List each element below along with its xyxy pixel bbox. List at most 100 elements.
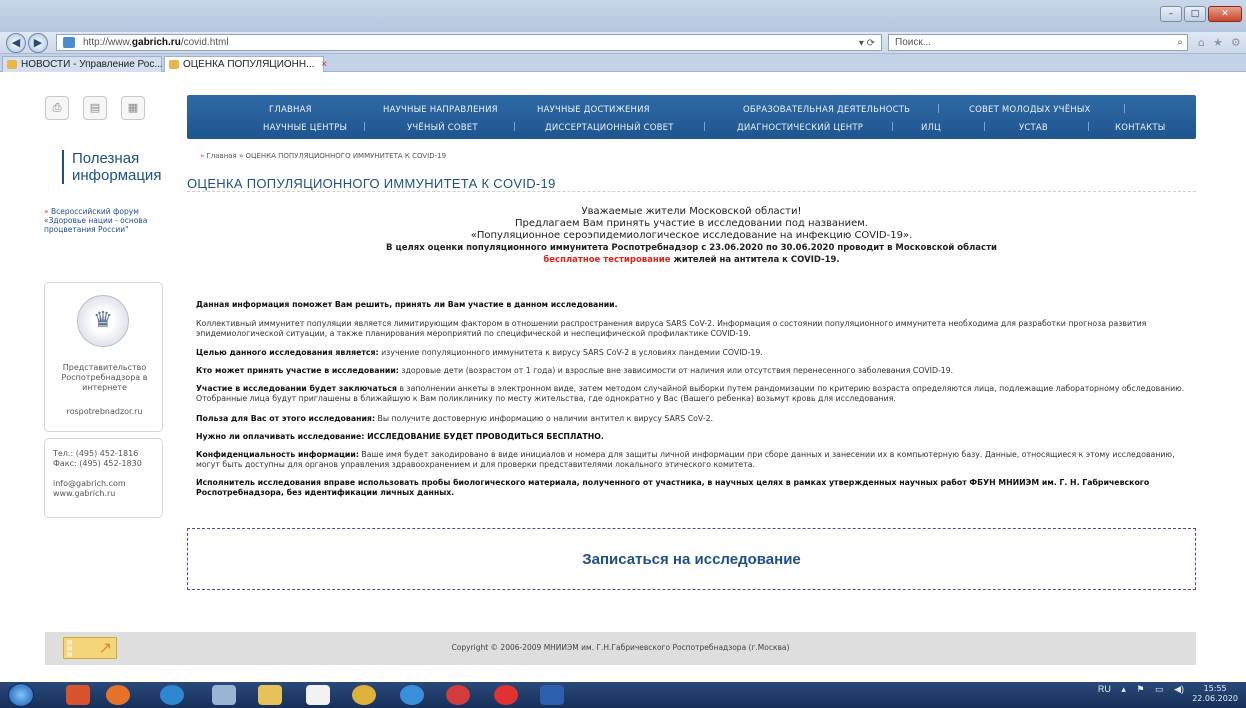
menu-item-research-areas[interactable]: НАУЧНЫЕ НАПРАВЛЕНИЯ <box>383 105 498 115</box>
network-icon[interactable]: ▭ <box>1155 684 1164 694</box>
tab-label: НОВОСТИ - Управление Рос... <box>21 59 163 70</box>
language-indicator[interactable]: RU <box>1098 684 1111 694</box>
chrome-icon[interactable] <box>352 685 376 705</box>
browser-tabbar: НОВОСТИ - Управление Рос... ОЦЕНКА ПОПУЛ… <box>0 54 1246 72</box>
system-tray: RU ▴ ⚑ ▭ ◀) <box>1090 684 1184 695</box>
footer: ▤ ▤ ▤ ↗ Copyright © 2006-2009 МНИИЭМ им. Г.… <box>45 632 1196 665</box>
back-arrow-icon[interactable]: ◀ <box>6 33 26 53</box>
yandex-browser-icon[interactable] <box>494 685 518 705</box>
breadcrumb-separator: » <box>239 152 244 160</box>
greeting-line-5-rest: жителей на антитела к COVID-19. <box>670 255 840 265</box>
window-app-icon[interactable] <box>212 685 236 705</box>
site-favicon-icon <box>63 37 75 48</box>
browser-navbar: ◀ ▶ http://www.gabrich.ru/covid.html ▾ ⟳… <box>0 32 1246 54</box>
home-icon[interactable]: ⌂ <box>1198 36 1205 49</box>
start-button-icon[interactable] <box>8 683 34 707</box>
intro-text: Данная информация поможет Вам решить, пр… <box>196 300 618 309</box>
opera-icon[interactable] <box>446 685 470 705</box>
app-icon[interactable] <box>160 685 184 705</box>
menu-item-contacts[interactable]: КОНТАКТЫ <box>1115 123 1165 133</box>
tab-label: ОЦЕНКА ПОПУЛЯЦИОНН... <box>183 59 315 70</box>
greeting-line-3: «Популяционное сероэпидемиологическое ис… <box>470 230 913 241</box>
forward-arrow-icon[interactable]: ▶ <box>28 33 48 53</box>
payment-text: Нужно ли оплачивать исследование: ИССЛЕД… <box>196 432 604 441</box>
paragraph-heading: Польза для Вас от этого исследования: <box>196 414 376 423</box>
menu-separator: | <box>703 122 707 132</box>
rospotreb-text[interactable]: Представительство Роспотребнадзора в инт… <box>51 363 158 393</box>
sitemap-icon[interactable]: ▦ <box>121 96 145 120</box>
media-player-icon[interactable] <box>66 685 90 705</box>
menu-separator: | <box>937 104 941 114</box>
paragraph-payment: Нужно ли оплачивать исследование: ИССЛЕД… <box>196 432 1190 442</box>
menu-item-dissertation-council[interactable]: ДИССЕРТАЦИОННЫЙ СОВЕТ <box>545 123 674 133</box>
menu-item-ilc[interactable]: ИЛЦ <box>921 123 941 133</box>
email-link[interactable]: info@gabrich.com <box>53 479 126 489</box>
greeting-line-4: В целях оценки популяционного иммунитета… <box>386 243 997 253</box>
tray-arrow-icon[interactable]: ▴ <box>1121 684 1126 694</box>
refresh-icon[interactable]: ▾ ⟳ <box>859 36 875 51</box>
maximize-icon[interactable]: □ <box>1184 6 1206 22</box>
breadcrumb-current: ОЦЕНКА ПОПУЛЯЦИОННОГО ИММУНИТЕТА К COVID… <box>245 152 447 160</box>
windows-taskbar: RU ▴ ⚑ ▭ ◀) 15:55 22.06.2020 <box>0 682 1246 708</box>
flag-icon[interactable]: ⚑ <box>1136 684 1144 694</box>
paragraph-text: Вы получите достоверную информацию о нал… <box>375 414 714 423</box>
settings-gear-icon[interactable]: ⚙ <box>1231 36 1241 49</box>
tab-favicon-icon <box>169 60 179 69</box>
folder-icon[interactable] <box>258 685 282 705</box>
search-icon[interactable]: ⌕ <box>1177 35 1183 50</box>
clock[interactable]: 15:55 22.06.2020 <box>1192 684 1238 704</box>
menu-item-diagnostic-center[interactable]: ДИАГНОСТИЧЕСКИЙ ЦЕНТР <box>737 123 863 133</box>
menu-item-charter[interactable]: УСТАВ <box>1019 123 1048 133</box>
breadcrumb-arrow-icon: » <box>200 152 205 160</box>
menu-item-education[interactable]: ОБРАЗОВАТЕЛЬНАЯ ДЕЯТЕЛЬНОСТЬ <box>743 105 910 115</box>
url-prefix: http://www. <box>83 37 132 48</box>
greeting-line-2: Предлагаем Вам принять участие в исследо… <box>515 218 868 229</box>
site-link[interactable]: www.gabrich.ru <box>53 489 115 499</box>
favorites-star-icon[interactable]: ★ <box>1213 36 1223 49</box>
close-window-icon[interactable]: ✕ <box>1208 6 1242 22</box>
paragraph-benefit: Польза для Вас от этого исследования: Вы… <box>196 414 1190 424</box>
paragraph-participation: Участие в исследовании будет заключаться… <box>196 384 1190 403</box>
signup-box: Записаться на исследование <box>187 528 1196 590</box>
intro-paragraph: Данная информация поможет Вам решить, пр… <box>196 300 1190 310</box>
menu-item-academic-council[interactable]: УЧЁНЫЙ СОВЕТ <box>407 123 478 133</box>
paragraph-heading: Участие в исследовании будет заключаться <box>196 384 397 393</box>
firefox-icon[interactable] <box>106 685 130 705</box>
yandex-icon[interactable] <box>306 685 330 705</box>
sidebar-link-forum[interactable]: » Всероссийский форум «Здоровье нации - … <box>44 207 154 234</box>
rospotreb-link[interactable]: rospotrebnadzor.ru <box>51 407 158 417</box>
menu-separator: | <box>1123 104 1127 114</box>
emblem-icon: ♛ <box>77 295 129 347</box>
search-input[interactable]: Поиск... ⌕ <box>888 34 1188 51</box>
tab-news[interactable]: НОВОСТИ - Управление Рос... <box>2 56 163 72</box>
phone-text: Тел.: (495) 452-1816 <box>53 449 139 458</box>
tab-close-icon[interactable]: × <box>321 59 327 70</box>
breadcrumb-home[interactable]: Главная <box>207 152 237 160</box>
menu-separator: | <box>983 122 987 132</box>
word-icon[interactable] <box>540 685 564 705</box>
minimize-icon[interactable]: – <box>1160 6 1182 22</box>
greeting-line-5: бесплатное тестирование жителей на антит… <box>187 254 1196 266</box>
address-bar[interactable]: http://www.gabrich.ru/covid.html ▾ ⟳ <box>56 34 882 51</box>
free-testing-text: бесплатное тестирование <box>543 255 671 265</box>
volume-icon[interactable]: ◀) <box>1174 684 1184 694</box>
forum-link-text[interactable]: Всероссийский форум «Здоровье нации - ос… <box>44 207 147 234</box>
fax-text: Факс: (495) 452-1830 <box>53 459 142 468</box>
menu-item-young-scientists[interactable]: СОВЕТ МОЛОДЫХ УЧЁНЫХ <box>969 105 1091 115</box>
web-page: ⎙ ▤ ▦ ГЛАВНАЯ НАУЧНЫЕ НАПРАВЛЕНИЯ НАУЧНЫ… <box>0 72 1246 682</box>
menu-item-centers[interactable]: НАУЧНЫЕ ЦЕНТРЫ <box>263 123 347 133</box>
menu-item-achievements[interactable]: НАУЧНЫЕ ДОСТИЖЕНИЯ <box>537 105 650 115</box>
menu-item-home[interactable]: ГЛАВНАЯ <box>269 105 312 115</box>
url-path: /covid.html <box>180 37 229 48</box>
tab-covid[interactable]: ОЦЕНКА ПОПУЛЯЦИОНН... × <box>164 56 327 72</box>
copyright-text: Copyright © 2006-2009 МНИИЭМ им. Г.Н.Габ… <box>451 643 790 652</box>
arrow-icon: » <box>44 207 49 216</box>
paragraph-executor: Исполнитель исследования вправе использо… <box>196 478 1190 497</box>
greeting-block: Уважаемые жители Московской области! Пре… <box>187 206 1196 266</box>
breadcrumb: » Главная » ОЦЕНКА ПОПУЛЯЦИОННОГО ИММУНИ… <box>200 152 446 160</box>
signup-button[interactable]: Записаться на исследование <box>188 551 1195 568</box>
document-icon[interactable]: ▤ <box>83 96 107 120</box>
paragraph-collective-immunity: Коллективный иммунитет популяции являетс… <box>196 319 1190 338</box>
internet-explorer-icon[interactable] <box>400 685 424 705</box>
print-icon[interactable]: ⎙ <box>45 96 69 120</box>
